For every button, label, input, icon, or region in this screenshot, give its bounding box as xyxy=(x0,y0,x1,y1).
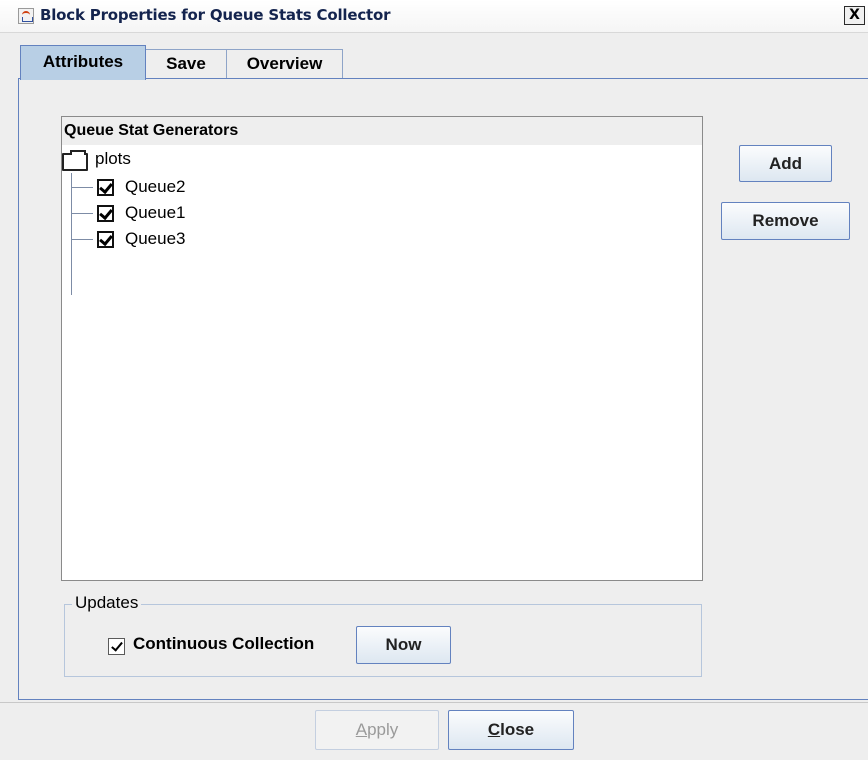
tree-connector xyxy=(71,239,93,240)
tree-root-label[interactable]: plots xyxy=(95,149,131,169)
apply-button[interactable]: Apply xyxy=(315,710,439,750)
queue-stat-generators-tree[interactable]: Queue Stat Generators plots Queue2 Queue… xyxy=(61,116,703,581)
tree-header: Queue Stat Generators xyxy=(62,117,702,145)
tab-overview[interactable]: Overview xyxy=(226,49,343,79)
updates-group-title: Updates xyxy=(72,593,142,613)
java-app-icon xyxy=(18,8,34,24)
dialog-window: Block Properties for Queue Stats Collect… xyxy=(0,0,868,760)
tree-connector xyxy=(71,187,93,188)
queue2-checkbox[interactable] xyxy=(97,179,114,196)
close-window-button[interactable]: X xyxy=(844,6,865,25)
close-mnemonic: C xyxy=(487,720,501,739)
add-button[interactable]: Add xyxy=(739,145,832,182)
close-label-rest: lose xyxy=(500,720,535,739)
tab-save[interactable]: Save xyxy=(145,49,227,79)
tree-item-queue1[interactable]: Queue1 xyxy=(125,203,186,223)
continuous-collection-checkbox[interactable] xyxy=(108,638,125,655)
apply-mnemonic: A xyxy=(355,720,368,739)
queue1-checkbox[interactable] xyxy=(97,205,114,222)
tree-connector xyxy=(71,213,93,214)
continuous-collection-label[interactable]: Continuous Collection xyxy=(133,634,314,654)
queue3-checkbox[interactable] xyxy=(97,231,114,248)
footer-divider xyxy=(0,702,868,703)
remove-button[interactable]: Remove xyxy=(721,202,850,240)
tab-attributes[interactable]: Attributes xyxy=(20,45,146,80)
apply-label-rest: pply xyxy=(367,720,399,739)
tree-item-queue3[interactable]: Queue3 xyxy=(125,229,186,249)
close-button[interactable]: Close xyxy=(448,710,574,750)
title-bar[interactable]: Block Properties for Queue Stats Collect… xyxy=(0,0,868,33)
now-button[interactable]: Now xyxy=(356,626,451,664)
tree-connector-line xyxy=(71,173,72,295)
folder-icon xyxy=(62,150,88,171)
tree-item-queue2[interactable]: Queue2 xyxy=(125,177,186,197)
window-title: Block Properties for Queue Stats Collect… xyxy=(40,6,391,24)
